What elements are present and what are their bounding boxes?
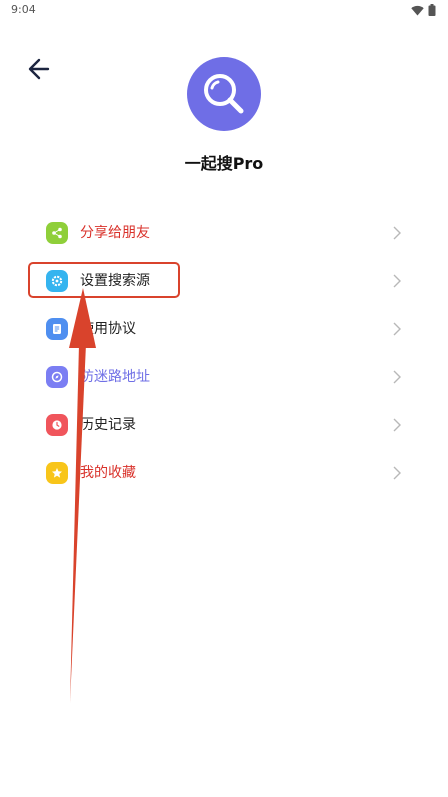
- annotation-arrow: [69, 288, 96, 703]
